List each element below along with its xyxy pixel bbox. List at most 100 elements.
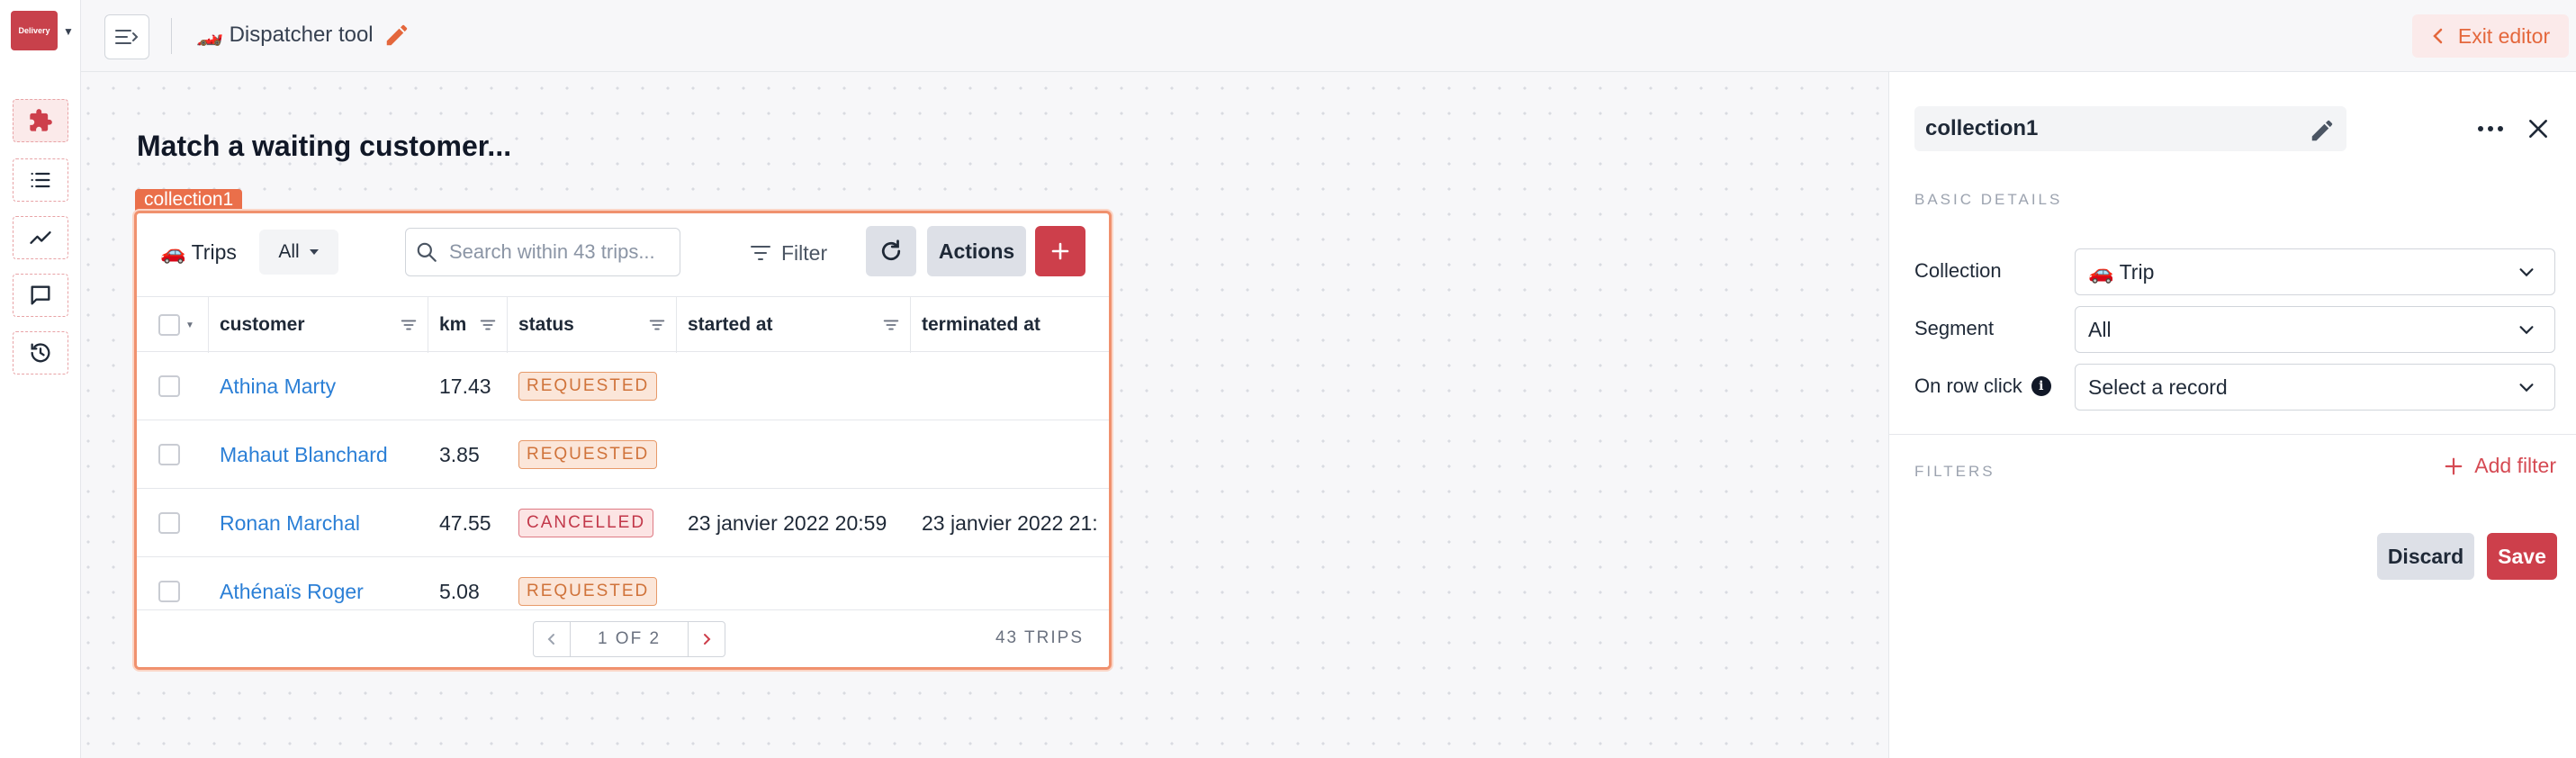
previous-page-button[interactable] bbox=[534, 622, 570, 656]
history-icon bbox=[31, 343, 50, 363]
discard-button[interactable]: Discard bbox=[2377, 533, 2474, 580]
filters-heading: FILTERS bbox=[1914, 463, 1995, 480]
status-badge: CANCELLED bbox=[518, 509, 654, 537]
rail-components-button[interactable] bbox=[13, 99, 68, 142]
sidebar-toggle-button[interactable] bbox=[104, 14, 149, 59]
segment-select-value: All bbox=[2088, 317, 2112, 341]
chevron-left-icon bbox=[2433, 28, 2443, 44]
segment-select[interactable]: All bbox=[259, 230, 338, 275]
row-checkbox[interactable] bbox=[158, 581, 180, 602]
column-header-label: km bbox=[439, 314, 467, 335]
caret-down-icon bbox=[309, 249, 319, 255]
component-name: collection1 bbox=[1925, 116, 2039, 140]
status-cell: REQUESTED bbox=[518, 352, 658, 420]
column-header-customer[interactable]: customer bbox=[209, 297, 428, 353]
rail-list-button[interactable] bbox=[13, 158, 68, 202]
on-row-click-label-text: On row click bbox=[1914, 374, 2022, 397]
select-all-checkbox[interactable] bbox=[158, 314, 180, 336]
filter-button[interactable]: Filter bbox=[749, 233, 827, 273]
table-row[interactable]: Ronan Marchal 47.55 CANCELLED 23 janvier… bbox=[137, 489, 1109, 557]
select-all-cell: ▼ bbox=[137, 297, 209, 353]
plus-icon bbox=[1051, 242, 1069, 260]
panel-divider bbox=[1889, 434, 2576, 435]
customer-cell[interactable]: Ronan Marchal bbox=[220, 489, 360, 557]
rail-messages-button[interactable] bbox=[13, 274, 68, 317]
chevron-left-icon bbox=[547, 634, 554, 645]
settings-panel: collection1 BASIC DETAILS Collection 🚗 T… bbox=[1888, 72, 2576, 758]
chevron-right-icon bbox=[704, 634, 711, 645]
filter-label: Filter bbox=[781, 240, 828, 265]
search-box[interactable] bbox=[405, 228, 680, 276]
exit-editor-button[interactable]: Exit editor bbox=[2412, 14, 2569, 58]
on-row-click-select[interactable]: Select a record bbox=[2075, 364, 2555, 411]
row-checkbox-cell bbox=[158, 352, 180, 420]
column-header-label: terminated at bbox=[922, 314, 1040, 335]
page-heading: Match a waiting customer... bbox=[137, 130, 512, 162]
segment-select[interactable]: All bbox=[2075, 306, 2555, 353]
segment-label-text: Segment bbox=[1914, 317, 1995, 339]
add-filter-button[interactable]: Add filter bbox=[2444, 454, 2556, 478]
km-cell: 3.85 bbox=[439, 442, 480, 466]
customer-cell[interactable]: Mahaut Blanchard bbox=[220, 420, 388, 489]
more-options-button[interactable] bbox=[2474, 115, 2507, 142]
app-logo[interactable]: Delivery bbox=[11, 11, 58, 50]
info-icon[interactable]: i bbox=[2031, 376, 2051, 396]
record-count: 43 TRIPS bbox=[995, 628, 1084, 647]
column-header-status[interactable]: status bbox=[508, 297, 677, 353]
pagination: 1 OF 2 bbox=[533, 621, 725, 657]
refresh-button[interactable] bbox=[866, 226, 916, 276]
status-badge: REQUESTED bbox=[518, 440, 658, 469]
caret-down-icon[interactable]: ▼ bbox=[63, 25, 74, 38]
column-filter-icon[interactable] bbox=[478, 315, 498, 335]
column-header-km[interactable]: km bbox=[428, 297, 508, 353]
collection-widget[interactable]: 🚗 Trips All Filter Actions ▼ customer bbox=[134, 211, 1112, 670]
caret-down-icon[interactable]: ▼ bbox=[185, 320, 194, 330]
column-header-terminated-at[interactable]: terminated at bbox=[911, 297, 1109, 353]
pencil-icon[interactable] bbox=[383, 22, 410, 49]
save-button[interactable]: Save bbox=[2487, 533, 2557, 580]
close-panel-button[interactable] bbox=[2523, 113, 2553, 144]
row-checkbox-cell bbox=[158, 489, 180, 557]
status-badge: REQUESTED bbox=[518, 372, 658, 401]
table-footer: 1 OF 2 43 TRIPS bbox=[137, 609, 1109, 667]
collection-select[interactable]: 🚗 Trip bbox=[2075, 248, 2555, 295]
actions-button[interactable]: Actions bbox=[927, 226, 1026, 276]
column-filter-icon[interactable] bbox=[399, 315, 419, 335]
collection-label-text: Collection bbox=[1914, 259, 2002, 282]
app-title: 🏎️ Dispatcher tool bbox=[196, 22, 374, 48]
close-icon bbox=[2529, 120, 2547, 138]
on-row-click-label: On row click i bbox=[1914, 374, 2051, 398]
topbar-divider bbox=[171, 18, 172, 54]
app-title-text: Dispatcher tool bbox=[229, 23, 374, 47]
pencil-icon[interactable] bbox=[2309, 117, 2336, 144]
table-row[interactable]: Mahaut Blanchard 3.85 REQUESTED bbox=[137, 420, 1109, 489]
segment-label: Segment bbox=[1914, 317, 1994, 340]
terminated-at-cell: 23 janvier 2022 21: bbox=[922, 510, 1098, 535]
row-checkbox[interactable] bbox=[158, 375, 180, 397]
search-input[interactable] bbox=[447, 239, 663, 265]
component-tag[interactable]: collection1 bbox=[135, 189, 243, 211]
row-checkbox[interactable] bbox=[158, 512, 180, 534]
status-cell: CANCELLED bbox=[518, 489, 654, 557]
chat-icon bbox=[31, 285, 50, 305]
add-record-button[interactable] bbox=[1035, 226, 1085, 276]
started-at-cell: 23 janvier 2022 20:59 bbox=[688, 510, 887, 535]
column-filter-icon[interactable] bbox=[647, 315, 667, 335]
row-checkbox[interactable] bbox=[158, 444, 180, 465]
column-header-started-at[interactable]: started at bbox=[677, 297, 911, 353]
search-icon bbox=[417, 242, 437, 262]
component-name-field[interactable]: collection1 bbox=[1914, 106, 2346, 151]
page-indicator: 1 OF 2 bbox=[570, 622, 689, 656]
collection-toolbar: 🚗 Trips All Filter Actions bbox=[137, 213, 1109, 296]
puzzle-icon bbox=[30, 109, 52, 131]
customer-cell[interactable]: Athina Marty bbox=[220, 352, 336, 420]
rail-history-button[interactable] bbox=[13, 331, 68, 374]
km-cell: 17.43 bbox=[439, 374, 491, 398]
next-page-button[interactable] bbox=[689, 622, 725, 656]
column-filter-icon[interactable] bbox=[881, 315, 901, 335]
column-header-label: started at bbox=[688, 314, 773, 335]
rail-analytics-button[interactable] bbox=[13, 216, 68, 259]
table-row[interactable]: Athina Marty 17.43 REQUESTED bbox=[137, 352, 1109, 420]
car-emoji: 🏎️ bbox=[196, 23, 223, 47]
left-rail: Delivery ▼ bbox=[0, 0, 81, 758]
